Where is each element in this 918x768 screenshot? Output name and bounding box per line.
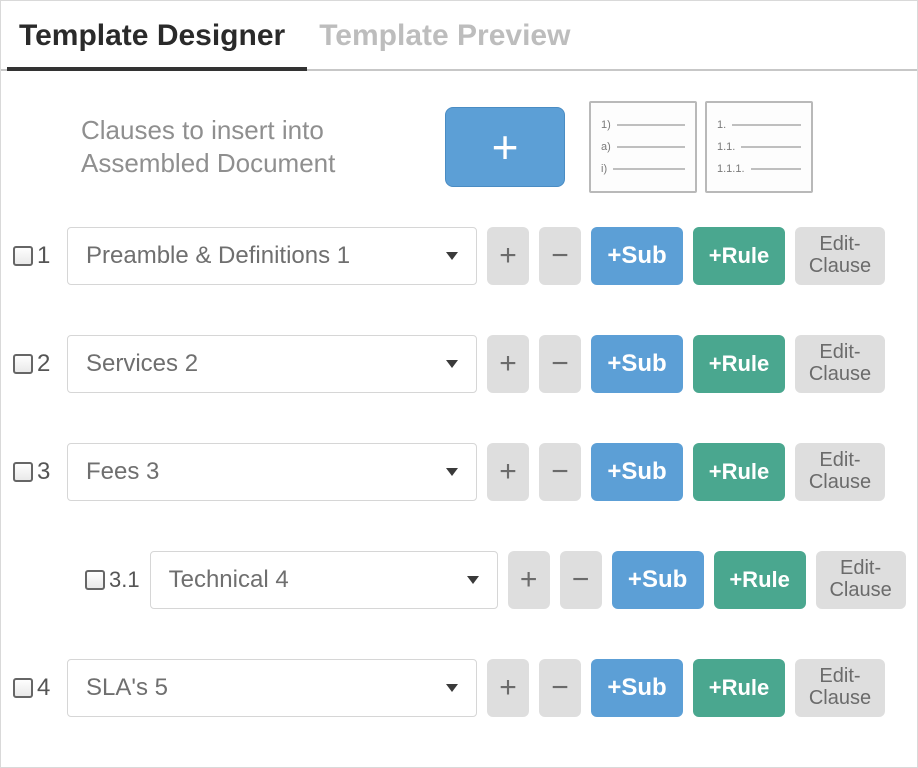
thumb-label: a) bbox=[601, 141, 611, 153]
chevron-down-icon bbox=[467, 576, 479, 584]
clause-lead: 4 bbox=[13, 674, 57, 702]
clause-select-label: Fees 3 bbox=[86, 458, 159, 486]
add-sub-button[interactable]: +Sub bbox=[591, 443, 683, 501]
clause-row: 2 Services 2 + − +Sub +Rule Edit- Clause bbox=[13, 335, 907, 393]
edit-clause-button[interactable]: Edit- Clause bbox=[795, 227, 885, 285]
add-sub-button[interactable]: +Sub bbox=[612, 551, 704, 609]
thumb-line bbox=[741, 146, 801, 148]
thumb-label: i) bbox=[601, 163, 607, 175]
add-sub-button[interactable]: +Sub bbox=[591, 335, 683, 393]
thumb-row: a) bbox=[601, 141, 685, 153]
header-row: Clauses to insert into Assembled Documen… bbox=[1, 71, 917, 223]
clause-number: 3.1 bbox=[109, 567, 140, 593]
chevron-down-icon bbox=[446, 468, 458, 476]
thumb-label: 1.1. bbox=[717, 141, 735, 153]
move-down-button[interactable]: − bbox=[560, 551, 602, 609]
move-up-button[interactable]: + bbox=[487, 659, 529, 717]
add-clause-button[interactable]: + bbox=[445, 107, 565, 187]
tab-template-preview[interactable]: Template Preview bbox=[307, 1, 592, 69]
clause-row: 1 Preamble & Definitions 1 + − +Sub +Rul… bbox=[13, 227, 907, 285]
edit-clause-button[interactable]: Edit- Clause bbox=[795, 443, 885, 501]
clause-select-label: Preamble & Definitions 1 bbox=[86, 242, 350, 270]
clause-select-label: Services 2 bbox=[86, 350, 198, 378]
thumb-label: 1.1.1. bbox=[717, 163, 745, 175]
thumb-line bbox=[617, 146, 685, 148]
clause-lead: 1 bbox=[13, 242, 57, 270]
numbering-style-thumbs: 1) a) i) 1. 1.1. bbox=[589, 101, 813, 193]
edit-clause-button[interactable]: Edit- Clause bbox=[795, 659, 885, 717]
thumb-row: 1) bbox=[601, 119, 685, 131]
clause-select[interactable]: Services 2 bbox=[67, 335, 477, 393]
move-up-button[interactable]: + bbox=[487, 227, 529, 285]
move-up-button[interactable]: + bbox=[487, 443, 529, 501]
clause-checkbox[interactable] bbox=[13, 678, 33, 698]
move-down-button[interactable]: − bbox=[539, 659, 581, 717]
clause-select[interactable]: Preamble & Definitions 1 bbox=[67, 227, 477, 285]
thumb-line bbox=[613, 168, 685, 170]
clause-row: 3 Fees 3 + − +Sub +Rule Edit- Clause bbox=[13, 443, 907, 501]
thumb-line bbox=[617, 124, 685, 126]
thumb-row: 1.1.1. bbox=[717, 163, 801, 175]
clause-checkbox[interactable] bbox=[85, 570, 105, 590]
thumb-label: 1. bbox=[717, 119, 726, 131]
move-down-button[interactable]: − bbox=[539, 227, 581, 285]
edit-clause-button[interactable]: Edit- Clause bbox=[795, 335, 885, 393]
template-designer-app: Template Designer Template Preview Claus… bbox=[0, 0, 918, 768]
add-rule-button[interactable]: +Rule bbox=[714, 551, 806, 609]
clause-checkbox[interactable] bbox=[13, 246, 33, 266]
edit-clause-button[interactable]: Edit- Clause bbox=[816, 551, 906, 609]
thumb-row: i) bbox=[601, 163, 685, 175]
clause-row: 4 SLA's 5 + − +Sub +Rule Edit- Clause bbox=[13, 659, 907, 717]
tab-template-designer[interactable]: Template Designer bbox=[7, 1, 307, 71]
clause-select[interactable]: Fees 3 bbox=[67, 443, 477, 501]
clause-select-label: Technical 4 bbox=[169, 566, 289, 594]
chevron-down-icon bbox=[446, 360, 458, 368]
clause-select-label: SLA's 5 bbox=[86, 674, 168, 702]
clause-checkbox[interactable] bbox=[13, 462, 33, 482]
clause-number: 2 bbox=[37, 350, 57, 378]
thumb-label: 1) bbox=[601, 119, 611, 131]
numbering-style-a[interactable]: 1) a) i) bbox=[589, 101, 697, 193]
chevron-down-icon bbox=[446, 252, 458, 260]
add-sub-button[interactable]: +Sub bbox=[591, 659, 683, 717]
move-down-button[interactable]: − bbox=[539, 443, 581, 501]
clause-checkbox[interactable] bbox=[13, 354, 33, 374]
clauses-list: 1 Preamble & Definitions 1 + − +Sub +Rul… bbox=[1, 223, 917, 737]
clause-row: 3.1 Technical 4 + − +Sub +Rule Edit- Cla… bbox=[13, 551, 907, 609]
clause-lead: 3.1 bbox=[85, 567, 140, 593]
thumb-line bbox=[732, 124, 801, 126]
add-rule-button[interactable]: +Rule bbox=[693, 227, 785, 285]
clause-number: 3 bbox=[37, 458, 57, 486]
add-rule-button[interactable]: +Rule bbox=[693, 335, 785, 393]
move-up-button[interactable]: + bbox=[508, 551, 550, 609]
clause-number: 4 bbox=[37, 674, 57, 702]
thumb-line bbox=[751, 168, 801, 170]
tabbar: Template Designer Template Preview bbox=[1, 1, 917, 71]
clause-select[interactable]: Technical 4 bbox=[150, 551, 498, 609]
thumb-row: 1.1. bbox=[717, 141, 801, 153]
plus-icon: + bbox=[492, 120, 519, 174]
add-rule-button[interactable]: +Rule bbox=[693, 443, 785, 501]
add-sub-button[interactable]: +Sub bbox=[591, 227, 683, 285]
move-up-button[interactable]: + bbox=[487, 335, 529, 393]
clause-lead: 2 bbox=[13, 350, 57, 378]
thumb-row: 1. bbox=[717, 119, 801, 131]
numbering-style-b[interactable]: 1. 1.1. 1.1.1. bbox=[705, 101, 813, 193]
chevron-down-icon bbox=[446, 684, 458, 692]
clause-select[interactable]: SLA's 5 bbox=[67, 659, 477, 717]
add-rule-button[interactable]: +Rule bbox=[693, 659, 785, 717]
move-down-button[interactable]: − bbox=[539, 335, 581, 393]
clause-lead: 3 bbox=[13, 458, 57, 486]
header-text: Clauses to insert into Assembled Documen… bbox=[81, 114, 421, 181]
clause-number: 1 bbox=[37, 242, 57, 270]
